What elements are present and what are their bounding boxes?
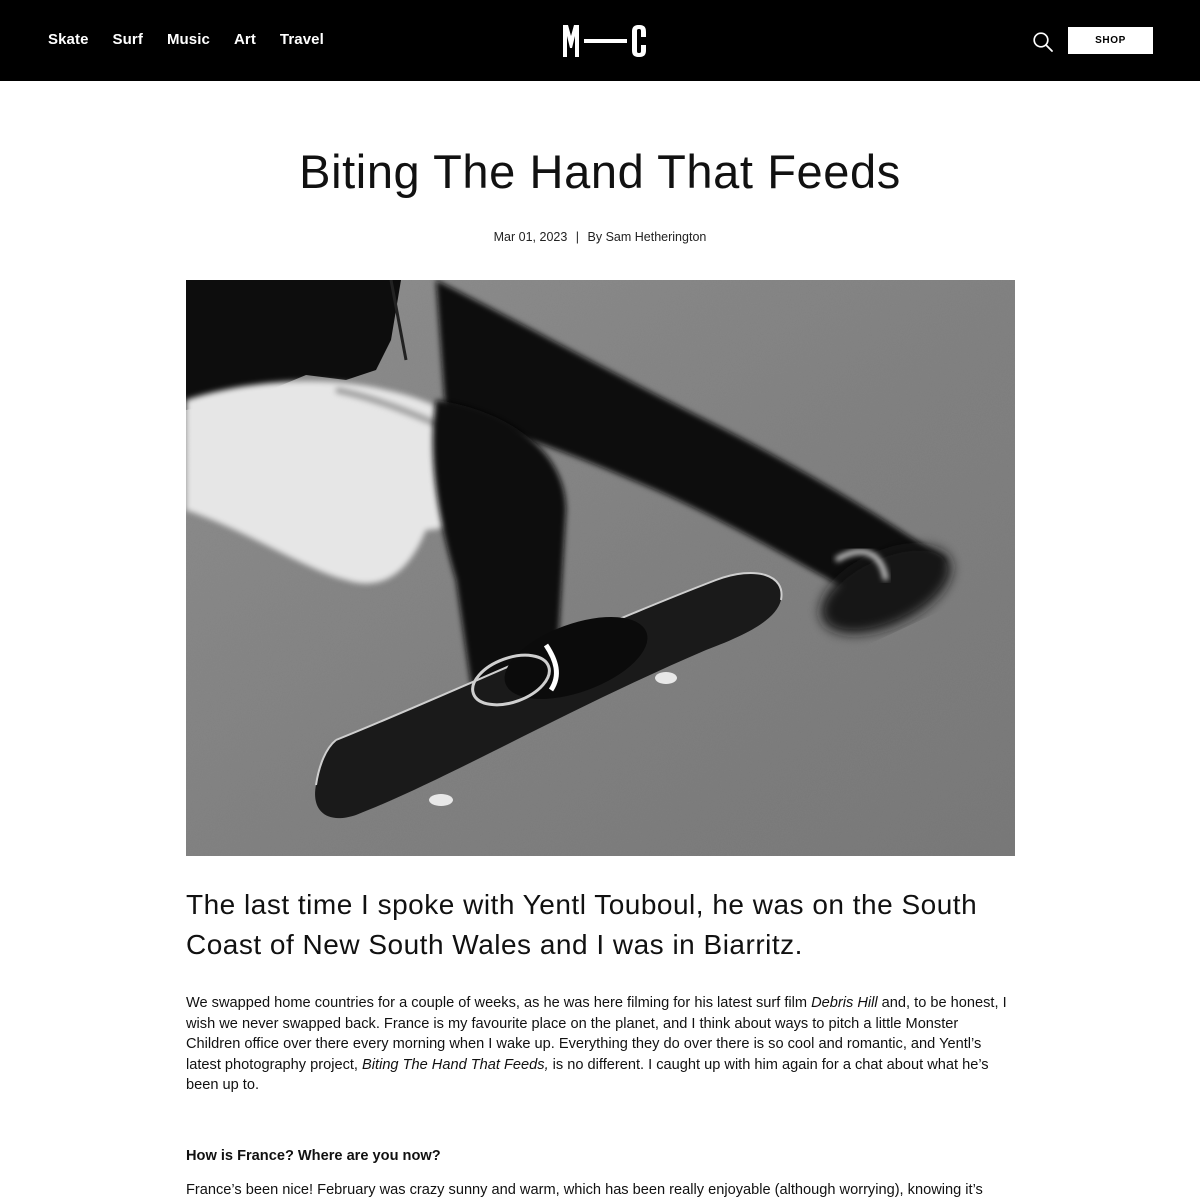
nav-item-travel[interactable]: Travel (280, 30, 324, 50)
hero-image (186, 280, 1015, 856)
article-intro: We swapped home countries for a couple o… (186, 993, 1016, 1096)
logo-mark (563, 25, 646, 57)
shop-button[interactable]: SHOP (1068, 27, 1153, 54)
site-header: Skate Surf Music Art Travel SHOP (0, 0, 1200, 81)
nav-item-surf[interactable]: Surf (113, 30, 143, 50)
nav-item-art[interactable]: Art (234, 30, 256, 50)
film-title: Debris Hill (811, 995, 878, 1011)
article-date: Mar 01, 2023 (493, 230, 568, 244)
project-title: Biting The Hand That Feeds, (362, 1056, 549, 1073)
search-icon[interactable] (1032, 31, 1054, 53)
site-logo[interactable] (562, 24, 650, 58)
interview-answer: France’s been nice! February was crazy s… (186, 1182, 983, 1198)
main-nav: Skate Surf Music Art Travel (48, 30, 348, 50)
interview-question: How is France? Where are you now? (186, 1148, 441, 1164)
article-title: Biting The Hand That Feeds (299, 145, 901, 198)
nav-item-skate[interactable]: Skate (48, 30, 89, 50)
article-lede: The last time I spoke with Yentl Touboul… (186, 889, 978, 960)
meta-separator: | (575, 230, 580, 244)
article-byline[interactable]: By Sam Hetherington (588, 230, 707, 244)
skateboard-photo (186, 280, 1015, 856)
nav-item-music[interactable]: Music (167, 30, 210, 50)
article-meta: Mar 01, 2023 | By Sam Hetherington (0, 228, 1200, 246)
intro-text-1: We swapped home countries for a couple o… (186, 995, 812, 1011)
